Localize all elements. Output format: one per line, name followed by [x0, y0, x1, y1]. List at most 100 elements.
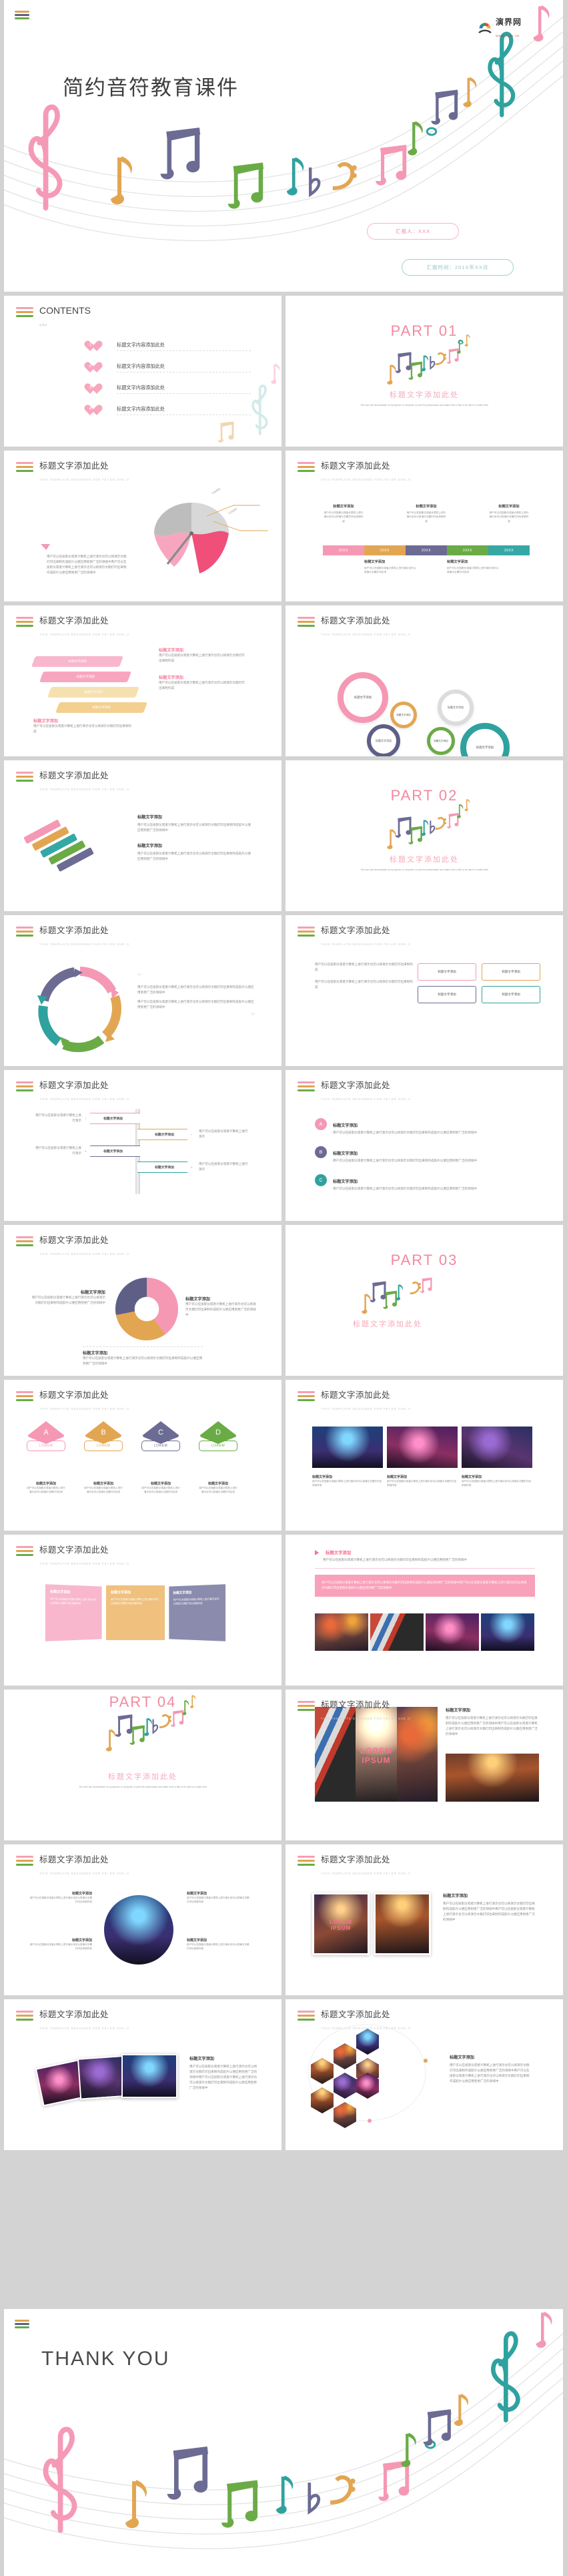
photo-thumb[interactable]	[481, 1613, 534, 1651]
list-item[interactable]: 4 标题文字内容添加此处	[84, 400, 251, 421]
chevron-card[interactable]: 标题文字添加	[482, 986, 540, 1003]
slide-part-04[interactable]: PART 04 标题文字添加此处 The user can demonstrat…	[4, 1690, 281, 1840]
ribbon-item[interactable]: 标题文字添加	[39, 672, 131, 682]
circle-node[interactable]: 标题文字添加	[438, 690, 474, 726]
list-item[interactable]: 1 标题文字内容添加此处	[84, 336, 251, 357]
part-english: The user can demonstrate on a projector …	[360, 868, 488, 871]
signpost-sign[interactable]: 标题文字添加	[85, 1145, 140, 1157]
list-item[interactable]: 3 标题文字内容添加此处	[84, 378, 251, 400]
slide-title: 标题文字添加此处	[39, 461, 109, 471]
slide-lorem-gallery[interactable]: 标题文字添加此处 THIS TEMPLATE DESIGNED FOR FEI …	[286, 1690, 563, 1840]
ribbon-item[interactable]: 标题文字添加	[55, 702, 147, 713]
slide-header: 标题文字添加此处 THIS TEMPLATE DESIGNED FOR FEI …	[298, 925, 411, 949]
slide-part-01[interactable]: PART 01 标题文字添加此处 The user can demonstrat…	[286, 296, 563, 447]
circle-node[interactable]: 标题文字添加	[460, 723, 510, 756]
slide-donut-chart[interactable]: 标题文字添加此处 THIS TEMPLATE DESIGNED FOR FEI …	[4, 1225, 281, 1376]
card-3d[interactable]: 标题文字添加 用户可以在投影仪或者计算机上进行演示也可以将演示文稿打印出来制作成	[106, 1585, 165, 1640]
chevron-card[interactable]: 标题文字添加	[418, 986, 476, 1003]
slide-header: 标题文字添加此处 THIS TEMPLATE DESIGNED FOR FEI …	[16, 2009, 129, 2033]
photo-thumb[interactable]	[446, 1754, 539, 1802]
hexagons-notes: 标题文字添加 用户可以在投影仪或者计算机上进行演示也可以将演示文稿打印出来制作成…	[450, 2054, 532, 2084]
slide-cycle[interactable]: 标题文字添加此处 THIS TEMPLATE DESIGNED FOR FEI …	[4, 915, 281, 1066]
triangle-icon	[315, 1549, 322, 1555]
ribbon-item[interactable]: 标题文字添加	[47, 687, 139, 698]
card-body: 用户可以在投影仪或者计算机上进行演示也可以将演示文稿打印出来制作成	[50, 1597, 97, 1605]
slide-umbrella[interactable]: 标题文字添加此处 THIS TEMPLATE DESIGNED FOR FEI …	[4, 451, 281, 601]
chevron-card[interactable]: 标题文字添加	[482, 963, 540, 981]
signpost-sign[interactable]: 标题文字添加	[137, 1162, 192, 1173]
slide-diamonds[interactable]: 标题文字添加此处 THIS TEMPLATE DESIGNED FOR FEI …	[4, 1380, 281, 1531]
diamond-item[interactable]: A LOREM	[27, 1421, 65, 1451]
list-item[interactable]: C 标题文字添加 用户可以在投影仪或者计算机上进行演示也可以将演示文稿打印出来制…	[315, 1174, 515, 1192]
caption-body: 用户可以在投影仪或者计算机上进行演示也可以将演示文稿打印出来制作成	[312, 1480, 382, 1487]
slide-circles[interactable]: 标题文字添加此处 THIS TEMPLATE DESIGNED FOR FEI …	[286, 605, 563, 756]
slide-circle-photo[interactable]: 标题文字添加此处 THIS TEMPLATE DESIGNED FOR FEI …	[4, 1844, 281, 1995]
umbrella-body: 用户可以在投影仪或者计算机上进行演示也可以将演示文稿打印出来制作成胶片以便应用到…	[47, 555, 127, 575]
slide-header: 标题文字添加此处 THIS TEMPLATE DESIGNED FOR FEI …	[298, 1079, 411, 1103]
list-item[interactable]: B 标题文字添加 用户可以在投影仪或者计算机上进行演示也可以将演示文稿打印出来制…	[315, 1146, 515, 1164]
slide-steps[interactable]: 标题文字添加此处 THIS TEMPLATE DESIGNED FOR FEI …	[4, 605, 281, 756]
circle-node[interactable]: 标题文字添加	[338, 672, 388, 723]
photo-thumb[interactable]	[374, 1892, 431, 1955]
slide-timeline[interactable]: 标题文字添加此处 THIS TEMPLATE DESIGNED FOR FEI …	[286, 451, 563, 601]
signpost-sign[interactable]: 标题文字添加	[85, 1113, 140, 1124]
slide-3d-cards[interactable]: 标题文字添加此处 THIS TEMPLATE DESIGNED FOR FEI …	[4, 1535, 281, 1686]
heart-icon: 3	[84, 384, 97, 395]
rules-icon	[16, 1236, 33, 1248]
slide-thank-you[interactable]: THANK YOU	[4, 2309, 563, 2576]
circle-photo[interactable]	[104, 1895, 173, 1965]
presenter-pill[interactable]: 汇报人：XXX	[367, 223, 459, 240]
timeline-body: 用户可以在投影仪或者计算机上进行演示也可以将演示文稿打印出来制作成	[324, 511, 364, 523]
slide-cover[interactable]: 演界网 WWW.YANJ.CN 简约音符教育课件 汇报人：XXX 汇报时间：20…	[4, 0, 563, 292]
timeline-year[interactable]: 20XX	[406, 545, 447, 555]
slide-signpost[interactable]: 标题文字添加此处 THIS TEMPLATE DESIGNED FOR FEI …	[4, 1070, 281, 1221]
signpost-sign[interactable]: 标题文字添加	[137, 1129, 192, 1140]
slide-part-02[interactable]: PART 02 标题文字添加此处 The user can demonstrat…	[286, 760, 563, 911]
rules-icon	[16, 462, 33, 474]
photo-thumb[interactable]	[315, 1613, 368, 1651]
timeline-year[interactable]: 20XX	[447, 545, 488, 555]
diamond-caption: 标题文字添加 用户可以在投影仪或者计算机上进行演示也可以将演示文稿打印出来	[27, 1481, 65, 1495]
circle-node[interactable]: 标题文字添加	[427, 727, 455, 755]
slide-pencils[interactable]: 标题文字添加此处 THIS TEMPLATE DESIGNED FOR FEI …	[4, 760, 281, 911]
circle-node[interactable]: 标题文字添加	[390, 702, 417, 728]
photo-caption: 标题文字添加 用户可以在投影仪或者计算机上进行演示也可以将演示文稿打印出来制作成	[462, 1475, 532, 1488]
caption-title: 标题文字添加	[93, 1482, 113, 1486]
timeline-bottom-item: 标题文字添加 用户可以在投影仪或者计算机上进行演示也可以将演示文稿打印出来	[447, 559, 499, 575]
diamond-item[interactable]: B LOREM	[84, 1421, 123, 1451]
photo-thumb[interactable]	[462, 1427, 532, 1468]
photo-thumb[interactable]	[426, 1613, 479, 1651]
diamond-item[interactable]: D LOREM	[199, 1421, 237, 1451]
slide-fanned-photos[interactable]: 标题文字添加此处 THIS TEMPLATE DESIGNED FOR FEI …	[4, 1999, 281, 2150]
slide-chevrons[interactable]: 标题文字添加此处 THIS TEMPLATE DESIGNED FOR FEI …	[286, 915, 563, 1066]
photo-thumb[interactable]	[387, 1427, 458, 1468]
timeline-year[interactable]: 20XX	[488, 545, 530, 555]
diamond-item[interactable]: C LOREM	[141, 1421, 180, 1451]
list-item[interactable]: 2 标题文字内容添加此处	[84, 357, 251, 378]
slide-hexagons[interactable]: 标题文字添加此处 THIS TEMPLATE DESIGNED FOR FEI …	[286, 1999, 563, 2150]
slide-polaroids[interactable]: 标题文字添加此处 THIS TEMPLATE DESIGNED FOR FEI …	[286, 1844, 563, 1995]
photo-thumb[interactable]	[121, 2054, 177, 2098]
slide-abc[interactable]: 标题文字添加此处 THIS TEMPLATE DESIGNED FOR FEI …	[286, 1070, 563, 1221]
date-pill[interactable]: 汇报时间：201X年XX月	[402, 259, 514, 276]
card-3d[interactable]: 标题文字添加 用户可以在投影仪或者计算机上进行演示也可以将演示文稿打印出来制作成	[45, 1584, 102, 1641]
timeline-bottom-item: 标题文字添加 用户可以在投影仪或者计算机上进行演示也可以将演示文稿打印出来	[364, 559, 416, 575]
chevron-card[interactable]: 标题文字添加	[418, 963, 476, 981]
card-body: 用户可以在投影仪或者计算机上进行演示也可以将演示文稿打印出来制作成	[173, 1597, 219, 1605]
slide-highlight[interactable]: 标题文字添加 用户可以在投影仪或者计算机上进行演示也可以将演示文稿打印出来制作成…	[286, 1535, 563, 1686]
fanned-notes: 标题文字添加 用户可以在投影仪或者计算机上进行演示也可以将演示文稿打印出来制作成…	[189, 2055, 259, 2091]
photo-thumb[interactable]: LOREM IPSUM	[312, 1892, 370, 1955]
photo-thumb[interactable]	[312, 1427, 383, 1468]
photo-thumb[interactable]	[370, 1613, 424, 1651]
timeline-year[interactable]: 20XX	[364, 545, 406, 555]
slide-contents[interactable]: CONTENTS 目录页 1 标题文字内容添加此处 2 标题文字内容添加此处 3…	[4, 296, 281, 447]
circle-node[interactable]: 标题文字添加	[367, 724, 400, 756]
ribbon-item[interactable]: 标题文字添加	[31, 656, 123, 667]
timeline-top-item: 标题文字添加 用户可以在投影仪或者计算机上进行演示也可以将演示文稿打印出来制作成	[323, 504, 364, 543]
slide-part-03[interactable]: PART 03 标题文字添加此处	[286, 1225, 563, 1376]
timeline-year[interactable]: 20XX	[323, 545, 364, 555]
card-3d[interactable]: 标题文字添加 用户可以在投影仪或者计算机上进行演示也可以将演示文稿打印出来制作成	[169, 1584, 226, 1641]
slide-three-photos[interactable]: 标题文字添加此处 THIS TEMPLATE DESIGNED FOR FEI …	[286, 1380, 563, 1531]
list-item[interactable]: A 标题文字添加 用户可以在投影仪或者计算机上进行演示也可以将演示文稿打印出来制…	[315, 1118, 515, 1135]
slide-header: 标题文字添加此处 THIS TEMPLATE DESIGNED FOR FEI …	[16, 1234, 129, 1258]
